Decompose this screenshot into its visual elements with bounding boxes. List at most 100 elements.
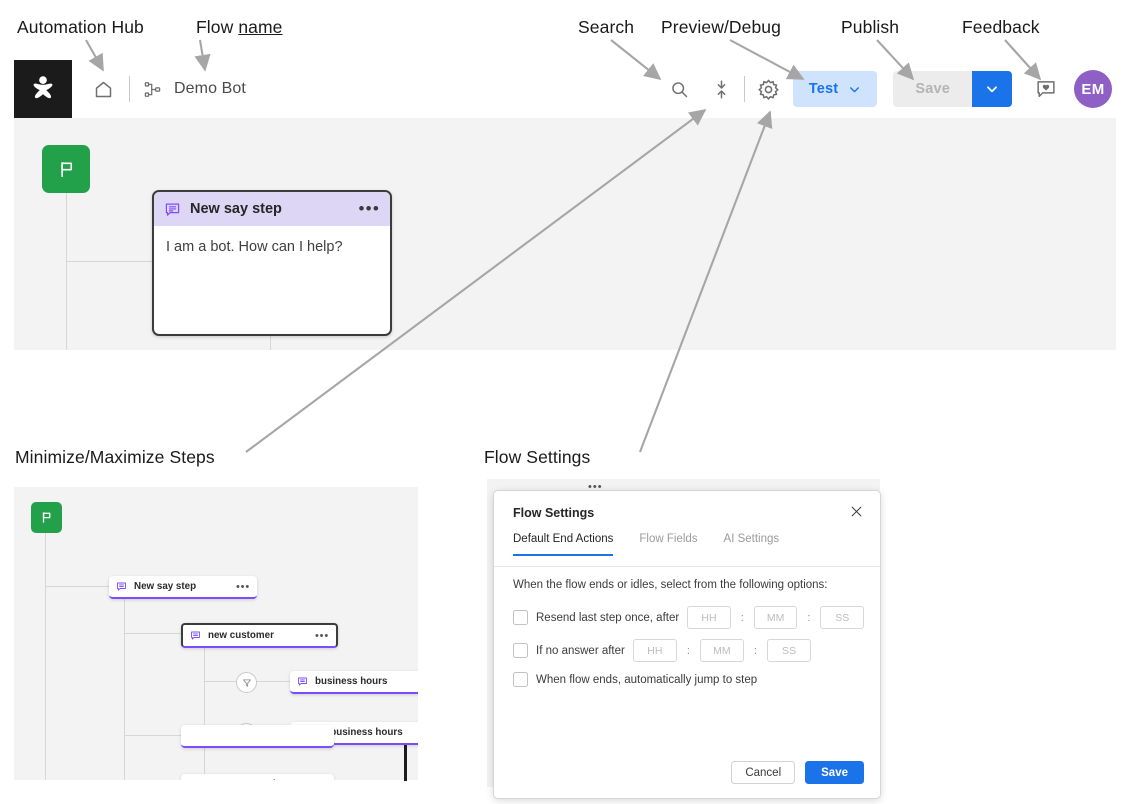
option-label: Resend last step once, after xyxy=(536,611,680,624)
gear-glyph xyxy=(758,78,780,100)
mini-node-customer-service[interactable]: customer service ••• xyxy=(181,774,334,780)
tabs-divider xyxy=(494,566,880,567)
minimized-steps-panel[interactable]: New say step ••• new customer ••• busine… xyxy=(14,487,418,780)
say-step-icon xyxy=(191,631,200,640)
search-icon[interactable] xyxy=(660,72,700,106)
connector-line xyxy=(204,644,205,737)
dialog-footer: Cancel Save xyxy=(731,761,864,784)
save-button[interactable]: Save xyxy=(805,761,864,784)
annotation-feedback: Feedback xyxy=(962,17,1040,37)
say-step-card-header: New say step ••• xyxy=(154,192,390,226)
app-bar-actions: Test Save EM xyxy=(660,70,1116,108)
resend-mm-input[interactable]: MM xyxy=(753,606,798,629)
say-step-icon xyxy=(165,203,180,216)
filter-condition-icon[interactable] xyxy=(236,672,257,693)
option-row-if-no-answer: If no answer after HH : MM : SS xyxy=(513,639,864,662)
avatar[interactable]: EM xyxy=(1074,70,1112,108)
dialog-tabs: Default End Actions Flow Fields AI Setti… xyxy=(513,533,880,556)
mini-flow-start-node[interactable] xyxy=(31,502,62,533)
mini-node-business-hours[interactable]: business hours ••• xyxy=(290,671,418,694)
time-colon: : xyxy=(807,611,811,624)
minimize-steps-glyph xyxy=(717,79,726,99)
feedback-heart-icon[interactable] xyxy=(1028,72,1064,106)
mini-node-label: business hours xyxy=(315,676,388,687)
save-button-group: Save xyxy=(893,71,1012,107)
mini-node-new-customer[interactable]: new customer ••• xyxy=(181,623,338,648)
checkbox-if-no-answer[interactable] xyxy=(513,643,528,658)
say-step-icon xyxy=(188,779,199,780)
cancel-button[interactable]: Cancel xyxy=(731,761,796,784)
option-row-resend-last-step: Resend last step once, after HH : MM : S… xyxy=(513,606,865,629)
say-step-card-body[interactable]: I am a bot. How can I help? xyxy=(154,226,390,268)
test-button[interactable]: Test xyxy=(792,71,878,107)
flag-icon xyxy=(60,161,72,177)
mini-node-label: New say step xyxy=(134,581,197,592)
annotation-minimize-maximize-steps: Minimize/Maximize Steps xyxy=(15,447,215,467)
no-answer-hh-input[interactable]: HH xyxy=(632,639,677,662)
feedback-glyph xyxy=(1037,81,1055,98)
annotation-flow-settings: Flow Settings xyxy=(484,447,591,467)
chevron-down-icon xyxy=(987,86,997,93)
option-label: When flow ends, automatically jump to st… xyxy=(536,673,758,686)
mini-panel-scrollbar[interactable] xyxy=(404,745,407,781)
more-options-icon[interactable]: ••• xyxy=(305,630,329,641)
say-step-icon xyxy=(117,582,126,591)
dialog-intro-text: When the flow ends or idles, select from… xyxy=(513,579,828,591)
time-colon: : xyxy=(753,644,757,657)
time-colon: : xyxy=(686,644,690,657)
tab-default-end-actions[interactable]: Default End Actions xyxy=(513,533,614,556)
annotation-flow-name-link: name xyxy=(238,17,283,37)
no-answer-ss-input[interactable]: SS xyxy=(766,639,811,662)
minimize-steps-icon[interactable] xyxy=(700,72,744,106)
flag-icon xyxy=(42,512,51,523)
mini-node-label: new customer xyxy=(208,630,274,641)
connector-line xyxy=(204,681,236,682)
checkbox-resend-last-step[interactable] xyxy=(513,610,528,625)
annotation-preview-debug: Preview/Debug xyxy=(661,17,781,37)
annotation-search: Search xyxy=(578,17,635,37)
gear-icon[interactable] xyxy=(745,72,793,106)
brand-mark-icon xyxy=(33,76,53,99)
resend-ss-input[interactable]: SS xyxy=(820,606,865,629)
test-button-label: Test xyxy=(808,81,839,97)
connector-line xyxy=(45,586,109,587)
tab-flow-fields[interactable]: Flow Fields xyxy=(639,533,697,556)
annotation-publish: Publish xyxy=(841,17,900,37)
flow-tree-glyph xyxy=(144,81,160,97)
tab-ai-settings[interactable]: AI Settings xyxy=(724,533,780,556)
say-step-card[interactable]: New say step ••• I am a bot. How can I h… xyxy=(152,190,392,336)
say-step-card-title: New say step xyxy=(190,201,282,217)
dialog-title: Flow Settings xyxy=(513,506,595,520)
dialog-body: When the flow ends or idles, select from… xyxy=(513,579,865,697)
more-options-icon[interactable]: ••• xyxy=(226,581,250,592)
flow-settings-dialog: Flow Settings Default End Actions Flow F… xyxy=(493,490,881,799)
connector-line xyxy=(124,735,182,736)
connector-line xyxy=(124,586,125,780)
mini-node-label: customer service xyxy=(206,779,296,780)
home-icon[interactable] xyxy=(86,72,120,106)
app-bar: Demo Bot Test Save EM xyxy=(14,60,1116,118)
filter-glyph xyxy=(242,678,251,687)
annotation-flow-name: Flow name xyxy=(196,17,283,38)
flow-name-label[interactable]: Demo Bot xyxy=(174,80,246,98)
no-answer-mm-input[interactable]: MM xyxy=(699,639,744,662)
connector-line xyxy=(66,261,152,262)
save-dropdown-button[interactable] xyxy=(972,71,1012,107)
resend-hh-input[interactable]: HH xyxy=(687,606,731,629)
annotation-flow-name-prefix: Flow xyxy=(196,17,239,37)
annotation-automation-hub: Automation Hub xyxy=(17,17,144,37)
automation-hub-logo[interactable] xyxy=(14,60,72,118)
flow-start-node[interactable] xyxy=(42,145,90,193)
more-options-icon[interactable]: ••• xyxy=(359,200,380,217)
flow-tree-icon[interactable] xyxy=(139,72,165,106)
connector-line xyxy=(45,533,46,780)
flow-canvas[interactable]: New say step ••• I am a bot. How can I h… xyxy=(14,118,1116,350)
option-row-jump-to-step: When flow ends, automatically jump to st… xyxy=(513,672,864,687)
breadcrumb: Demo Bot xyxy=(86,72,246,106)
connector-line xyxy=(124,633,182,634)
close-icon[interactable] xyxy=(849,504,865,520)
connector-line xyxy=(255,681,290,682)
mini-node-new-say-step[interactable]: New say step ••• xyxy=(109,576,257,599)
checkbox-jump-to-step[interactable] xyxy=(513,672,528,687)
save-button[interactable]: Save xyxy=(893,71,972,107)
